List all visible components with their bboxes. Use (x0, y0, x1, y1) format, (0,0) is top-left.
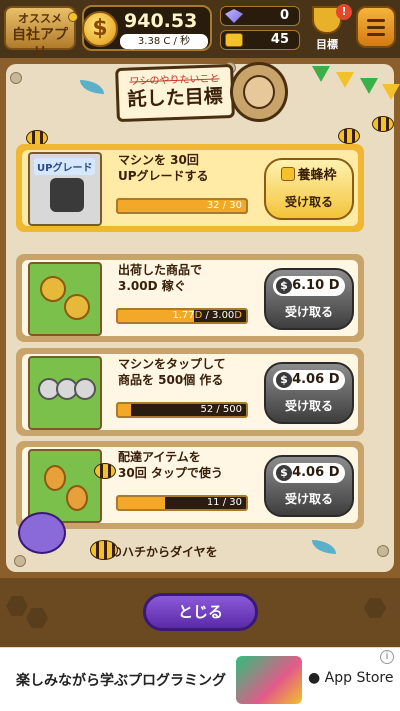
honey-drop-icon (44, 465, 66, 491)
mission-desc-line2: 30回 タップで使う (118, 466, 223, 480)
mission-desc-line1: マシンを 30回 (118, 153, 199, 167)
menu-line (367, 33, 385, 36)
mission-card: マシンをタップして 商品を 500個 作る 52 / 500 $ 4.06 D … (16, 348, 364, 436)
claim-label: 受け取る (284, 492, 333, 506)
honeycomb-count: 45 (270, 32, 289, 47)
dollar-icon: $ (276, 278, 292, 294)
claim-label: 受け取る (284, 399, 333, 413)
recommended-apps-button[interactable]: オススメ 自社アプリ (4, 6, 78, 61)
mission-desc-line1: 配達アイテムを (118, 450, 201, 464)
title-sign: ワシのやりたいこと 託した目標 (115, 63, 235, 123)
mentor-portrait (230, 62, 288, 122)
honeycomb-counter: 45 (220, 30, 300, 50)
status-bar: オススメ 自社アプリ $ 940.53 C 3.38 C / 秒 0 45 ! … (0, 0, 400, 61)
upgrade-tag: UPグレード (34, 158, 96, 175)
mission-thumbnail (28, 356, 102, 430)
progress-text: 11 / 30 (206, 497, 242, 508)
app-badge-line2: 自社アプリ (12, 27, 68, 61)
mission-description: 出荷した商品で 3.00D 稼ぐ (118, 262, 268, 294)
diamond-count: 0 (279, 8, 289, 23)
mission-thumbnail (28, 262, 102, 336)
mission-card: 配達アイテムを 30回 タップで使う 11 / 30 $ 4.06 D 受け取る (16, 441, 364, 529)
bee-decoration (94, 463, 116, 479)
hexagon-decoration (6, 596, 28, 616)
alert-badge: ! (336, 4, 352, 20)
mission-description: 配達アイテムを 30回 タップで使う (118, 449, 268, 481)
bee-decoration (338, 128, 360, 144)
coin-icon: $ (82, 11, 118, 47)
honeycomb-icon (225, 33, 243, 47)
hexagon-decoration (26, 608, 48, 628)
ad-info-icon[interactable]: i (380, 650, 394, 664)
page-title: 託した目標 (127, 85, 224, 111)
mission-desc-line2: 3.00D 稼ぐ (118, 279, 186, 293)
bee-character-icon (18, 512, 66, 554)
money-rate-box: 3.38 C / 秒 (120, 34, 208, 49)
mission-desc-line2: UPグレードする (118, 169, 209, 183)
claim-button[interactable]: $ 6.10 D 受け取る (264, 268, 354, 330)
app-store-label: ● App Store (308, 670, 394, 686)
product-icon (74, 378, 96, 400)
mission-progress-bar: 32 / 30 (116, 198, 248, 214)
mentor-face-icon (243, 75, 275, 109)
claim-button[interactable]: $ 4.06 D 受け取る (264, 455, 354, 517)
progress-text: 32 / 30 (206, 200, 242, 211)
dollar-icon: $ (276, 372, 292, 388)
money-display: $ 940.53 C 3.38 C / 秒 (82, 5, 212, 54)
mission-thumbnail: UPグレード (28, 152, 102, 226)
goals-button[interactable]: ! 目標 (306, 4, 352, 52)
mission-desc-line1: マシンをタップして (118, 357, 226, 371)
claim-reward: $ 6.10 D (273, 276, 345, 296)
mission-card: UPグレード マシンを 30回 UPグレードする 32 / 30 養蜂枠 受け取… (16, 144, 364, 232)
claim-label: 受け取る (284, 305, 333, 319)
money-rate: 3.38 C / 秒 (137, 36, 191, 47)
menu-line (367, 19, 385, 22)
diamond-icon (225, 9, 243, 23)
ad-artwork (236, 656, 302, 704)
apple-icon: ● (308, 670, 321, 686)
bee-decoration (372, 116, 394, 132)
claim-reward: $ 4.06 D (273, 370, 345, 390)
mission-desc-line1: 出荷した商品で (118, 263, 203, 277)
mission-progress-bar: 1.77D / 3.00D (116, 308, 248, 324)
claim-label: 受け取る (284, 195, 333, 209)
honeycomb-icon (281, 167, 296, 181)
bee-decoration (90, 540, 118, 560)
coin-icon (64, 294, 90, 320)
claim-reward: $ 4.06 D (273, 463, 345, 483)
close-button[interactable]: とじる (143, 593, 258, 631)
mission-card: 出荷した商品で 3.00D 稼ぐ 1.77D / 3.00D $ 6.10 D … (16, 254, 364, 342)
rivet (10, 72, 22, 84)
hexagon-decoration (364, 598, 386, 618)
reward-text: 養蜂枠 (297, 168, 337, 183)
menu-line (367, 26, 385, 29)
bee-icon (68, 12, 78, 22)
honey-drop-icon (66, 485, 88, 511)
progress-fill (118, 404, 132, 416)
progress-text: 1.77D / 3.00D (172, 310, 242, 321)
claim-button[interactable]: $ 4.06 D 受け取る (264, 362, 354, 424)
mission-progress-bar: 52 / 500 (116, 402, 248, 418)
coin-icon (40, 276, 66, 302)
claim-button[interactable]: 養蜂枠 受け取る (264, 158, 354, 220)
ad-banner[interactable]: 楽しみながら学ぶプログラミング ● App Store i (0, 647, 400, 711)
rivet (14, 555, 26, 567)
diamond-counter: 0 (220, 6, 300, 26)
claim-reward: 養蜂枠 (273, 166, 345, 186)
ad-text: 楽しみながら学ぶプログラミング (16, 673, 226, 689)
menu-button[interactable] (356, 6, 396, 48)
progress-text: 52 / 500 (200, 404, 242, 415)
mission-description: マシンをタップして 商品を 500個 作る (118, 356, 268, 388)
mission-progress-bar: 11 / 30 (116, 495, 248, 511)
progress-fill (118, 497, 165, 509)
goals-label: 目標 (316, 38, 338, 51)
app-badge-line1: オススメ (18, 12, 62, 25)
mission-description: マシンを 30回 UPグレードする (118, 152, 268, 184)
mission-desc-line2: 商品を 500個 作る (118, 373, 224, 387)
dollar-icon: $ (276, 465, 292, 481)
next-mission-teaser: のハチからダイヤを (110, 545, 218, 559)
machine-icon (50, 178, 84, 212)
rivet (377, 545, 389, 557)
